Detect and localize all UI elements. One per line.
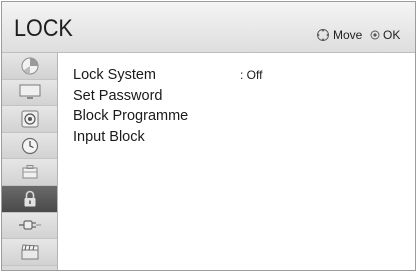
audio-icon [21, 110, 38, 128]
menu-item-block-programme[interactable]: Block Programme [73, 106, 188, 127]
menu-header: LOCK Move OK [2, 2, 415, 53]
sidebar-item-audio[interactable] [2, 106, 57, 133]
picture-icon [21, 57, 38, 75]
directional-pad-icon [317, 29, 329, 41]
ok-button-icon [370, 30, 380, 40]
sidebar-item-picture[interactable] [2, 53, 57, 80]
lock-icon [24, 190, 35, 207]
sidebar-item-time[interactable] [2, 132, 57, 160]
sidebar-item-screen[interactable] [2, 79, 57, 107]
ok-label: OK [383, 28, 401, 42]
menu-item-input-block[interactable]: Input Block [73, 127, 188, 148]
sidebar-item-network[interactable] [2, 212, 57, 240]
ok-hint: OK [370, 28, 400, 42]
lock-menu-window: LOCK Move OK Lock System Set Password Bl… [1, 1, 416, 271]
move-hint: Move [316, 28, 362, 42]
category-sidebar [2, 53, 58, 270]
sidebar-item-lock[interactable] [2, 185, 57, 213]
lock-system-value: : Off [240, 68, 263, 82]
screen-icon [19, 84, 40, 100]
time-icon [21, 137, 38, 154]
media-icon [20, 244, 38, 260]
menu-item-lock-system[interactable]: Lock System [73, 65, 188, 86]
lock-settings-list: Lock System Set Password Block Programme… [73, 65, 188, 147]
sidebar-item-media[interactable] [2, 239, 57, 266]
page-title: LOCK [14, 15, 73, 42]
sidebar-item-option[interactable] [2, 159, 57, 186]
menu-item-set-password[interactable]: Set Password [73, 86, 188, 107]
move-label: Move [333, 28, 363, 42]
network-icon [18, 220, 41, 230]
option-icon [22, 165, 37, 179]
